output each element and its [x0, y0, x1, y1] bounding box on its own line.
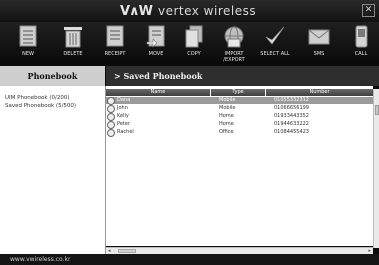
contact-name: Rachel	[117, 129, 134, 135]
sidebar-title: Phonebook	[27, 71, 78, 81]
contact-name: John	[117, 105, 128, 111]
contact-number: 01066656199	[274, 105, 309, 111]
sidebar-header: Phonebook	[0, 66, 105, 86]
table-row[interactable]: Dana Mobile 01055332312	[106, 97, 373, 105]
new-label: NEW	[22, 51, 34, 57]
logo-text: vertex wireless	[157, 4, 257, 18]
contact-type: Home	[219, 113, 234, 119]
logo-mark: V∧W	[120, 3, 153, 19]
brand-logo: V∧W vertex wireless	[120, 3, 256, 19]
copy-icon	[185, 25, 203, 48]
table-row[interactable]: Peter Home 01944633222	[106, 121, 373, 129]
sms-button[interactable]: SMS	[304, 22, 334, 64]
move-icon	[146, 25, 165, 48]
contact-number: 01084455423	[274, 129, 309, 135]
contact-number: 01055332312	[274, 97, 309, 103]
app-window: V∧W vertex wireless ✕ NEW DELETE RECEIPT…	[0, 0, 379, 265]
contact-type: Home	[219, 121, 234, 127]
sidebar: UIM Phonebook (0/200) Saved Phonebook (5…	[0, 86, 106, 254]
contact-icon	[107, 121, 115, 129]
receipt-button[interactable]: RECEIPT	[100, 22, 130, 64]
receipt-icon	[106, 25, 124, 47]
import-export-label: IMPORT /EXPORT	[223, 51, 245, 63]
phone-icon	[355, 25, 368, 48]
table-row[interactable]: Kelly Home 01933443352	[106, 113, 373, 121]
table-row[interactable]: John Mobile 01066656199	[106, 105, 373, 113]
horizontal-scroll-thumb[interactable]	[118, 249, 136, 253]
sms-label: SMS	[313, 51, 325, 57]
contact-name: Peter	[117, 121, 131, 127]
sidebar-item-uim-phonebook[interactable]: UIM Phonebook (0/200)	[5, 95, 69, 101]
receipt-label: RECEIPT	[104, 51, 126, 57]
new-icon	[19, 25, 37, 47]
call-button[interactable]: CALL	[347, 22, 375, 64]
delete-button[interactable]: DELETE	[58, 22, 88, 64]
copy-button[interactable]: COPY	[179, 22, 209, 64]
contact-type: Mobile	[219, 97, 236, 103]
page-title: > Saved Phonebook	[114, 71, 203, 81]
move-label: MOVE	[148, 51, 164, 57]
toolbar: NEW DELETE RECEIPT MOVE COPY IMPORT /EXP…	[0, 22, 379, 64]
select-all-label: SELECT ALL	[260, 51, 290, 57]
envelope-icon	[308, 29, 330, 45]
contact-type: Mobile	[219, 105, 236, 111]
main-header: > Saved Phonebook	[106, 66, 379, 86]
contact-icon	[107, 105, 115, 113]
horizontal-scrollbar[interactable]: ◂ ▸	[106, 247, 373, 254]
import-export-icon	[224, 26, 244, 48]
contact-name: Dana	[117, 97, 131, 103]
title-bar: V∧W vertex wireless ✕	[0, 0, 379, 22]
contact-icon	[107, 113, 115, 121]
column-header-type[interactable]: Type	[211, 89, 265, 96]
call-label: CALL	[354, 51, 368, 57]
table-row[interactable]: Rachel Office 01084455423	[106, 129, 373, 137]
column-header-name[interactable]: Name	[106, 89, 210, 96]
vertical-scroll-thumb[interactable]	[375, 105, 379, 115]
select-all-button[interactable]: SELECT ALL	[257, 22, 293, 64]
contact-icon	[107, 97, 115, 105]
contact-name: Kelly	[117, 113, 129, 119]
column-header-number[interactable]: Number	[266, 89, 373, 96]
checkmark-icon	[265, 26, 285, 45]
import-export-button[interactable]: IMPORT /EXPORT	[217, 22, 251, 64]
new-button[interactable]: NEW	[13, 22, 43, 64]
close-button[interactable]: ✕	[362, 4, 375, 17]
footer-url[interactable]: www.vwireless.co.kr	[10, 256, 70, 263]
vertical-scrollbar[interactable]	[373, 89, 379, 248]
contact-number: 01933443352	[274, 113, 309, 119]
contact-number: 01944633222	[274, 121, 309, 127]
trash-icon	[64, 27, 82, 48]
contact-type: Office	[219, 129, 234, 135]
footer: www.vwireless.co.kr	[0, 254, 379, 265]
contact-icon	[107, 129, 115, 137]
delete-label: DELETE	[63, 51, 83, 57]
copy-label: COPY	[187, 51, 201, 57]
sidebar-item-saved-phonebook[interactable]: Saved Phonebook (5/500)	[5, 103, 76, 109]
move-button[interactable]: MOVE	[141, 22, 171, 64]
